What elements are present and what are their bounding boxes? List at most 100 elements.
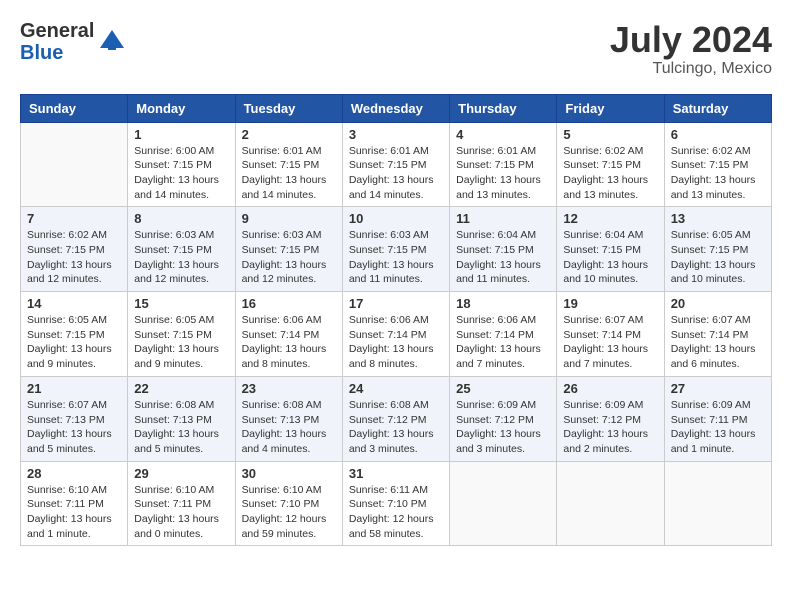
calendar-table: SundayMondayTuesdayWednesdayThursdayFrid… — [20, 94, 772, 547]
calendar-cell: 3Sunrise: 6:01 AMSunset: 7:15 PMDaylight… — [342, 122, 449, 207]
calendar-cell: 20 Sunrise: 6:07 AMSunset: 7:14 PMDayligh… — [664, 292, 771, 377]
day-number: 14 — [27, 296, 121, 311]
calendar-cell: 19 Sunrise: 6:07 AMSunset: 7:14 PMDayligh… — [557, 292, 664, 377]
day-number: 9 — [242, 211, 336, 226]
calendar-cell: 26Sunrise: 6:09 AMSunset: 7:12 PMDayligh… — [557, 376, 664, 461]
day-info: Sunrise: 6:07 AMSunset: 7:14 PMDaylight:… — [671, 313, 765, 372]
day-info: Sunrise: 6:07 AMSunset: 7:14 PMDaylight:… — [563, 313, 657, 372]
day-info: Sunrise: 6:10 AMSunset: 7:11 PMDaylight:… — [134, 483, 228, 542]
calendar-cell: 5 Sunrise: 6:02 AMSunset: 7:15 PMDaylight… — [557, 122, 664, 207]
day-info: Sunrise: 6:09 AMSunset: 7:11 PMDaylight:… — [671, 398, 765, 457]
logo-blue-text: Blue — [20, 42, 94, 64]
day-info: Sunrise: 6:06 AMSunset: 7:14 PMDaylight:… — [242, 313, 336, 372]
calendar-cell: 2 Sunrise: 6:01 AMSunset: 7:15 PMDaylight… — [235, 122, 342, 207]
calendar-cell: 9 Sunrise: 6:03 AMSunset: 7:15 PMDaylight… — [235, 207, 342, 292]
calendar-header-saturday: Saturday — [664, 94, 771, 122]
calendar-week-row: 21Sunrise: 6:07 AMSunset: 7:13 PMDayligh… — [21, 376, 772, 461]
calendar-cell: 17Sunrise: 6:06 AMSunset: 7:14 PMDayligh… — [342, 292, 449, 377]
day-number: 5 — [563, 127, 657, 142]
calendar-cell — [664, 461, 771, 546]
calendar-header-tuesday: Tuesday — [235, 94, 342, 122]
day-info: Sunrise: 6:08 AMSunset: 7:13 PMDaylight:… — [242, 398, 336, 457]
day-number: 21 — [27, 381, 121, 396]
day-info: Sunrise: 6:00 AMSunset: 7:15 PMDaylight:… — [134, 144, 228, 203]
day-number: 13 — [671, 211, 765, 226]
page-header: General Blue July 2024 Tulcingo, Mexico — [20, 20, 772, 78]
calendar-week-row: 14 Sunrise: 6:05 AMSunset: 7:15 PMDayligh… — [21, 292, 772, 377]
calendar-week-row: 1Sunrise: 6:00 AMSunset: 7:15 PMDaylight… — [21, 122, 772, 207]
day-info: Sunrise: 6:01 AMSunset: 7:15 PMDaylight:… — [242, 144, 336, 203]
calendar-week-row: 28 Sunrise: 6:10 AMSunset: 7:11 PMDayligh… — [21, 461, 772, 546]
day-number: 17 — [349, 296, 443, 311]
day-info: Sunrise: 6:02 AMSunset: 7:15 PMDaylight:… — [563, 144, 657, 203]
day-number: 29 — [134, 466, 228, 481]
day-info: Sunrise: 6:06 AMSunset: 7:14 PMDaylight:… — [456, 313, 550, 372]
calendar-cell: 27Sunrise: 6:09 AMSunset: 7:11 PMDayligh… — [664, 376, 771, 461]
day-info: Sunrise: 6:04 AMSunset: 7:15 PMDaylight:… — [456, 228, 550, 287]
calendar-header-wednesday: Wednesday — [342, 94, 449, 122]
day-info: Sunrise: 6:09 AMSunset: 7:12 PMDaylight:… — [563, 398, 657, 457]
calendar-cell: 16 Sunrise: 6:06 AMSunset: 7:14 PMDayligh… — [235, 292, 342, 377]
day-number: 23 — [242, 381, 336, 396]
day-info: Sunrise: 6:03 AMSunset: 7:15 PMDaylight:… — [242, 228, 336, 287]
logo-icon — [98, 28, 126, 56]
calendar-cell: 8 Sunrise: 6:03 AMSunset: 7:15 PMDaylight… — [128, 207, 235, 292]
day-info: Sunrise: 6:10 AMSunset: 7:10 PMDaylight:… — [242, 483, 336, 542]
day-info: Sunrise: 6:01 AMSunset: 7:15 PMDaylight:… — [456, 144, 550, 203]
calendar-cell: 25Sunrise: 6:09 AMSunset: 7:12 PMDayligh… — [450, 376, 557, 461]
logo-general-text: General — [20, 20, 94, 42]
day-number: 11 — [456, 211, 550, 226]
day-number: 10 — [349, 211, 443, 226]
day-info: Sunrise: 6:01 AMSunset: 7:15 PMDaylight:… — [349, 144, 443, 203]
day-number: 2 — [242, 127, 336, 142]
calendar-cell: 4 Sunrise: 6:01 AMSunset: 7:15 PMDaylight… — [450, 122, 557, 207]
calendar-header-monday: Monday — [128, 94, 235, 122]
day-number: 16 — [242, 296, 336, 311]
calendar-header-friday: Friday — [557, 94, 664, 122]
day-info: Sunrise: 6:08 AMSunset: 7:13 PMDaylight:… — [134, 398, 228, 457]
title-block: July 2024 Tulcingo, Mexico — [610, 20, 772, 78]
day-info: Sunrise: 6:03 AMSunset: 7:15 PMDaylight:… — [134, 228, 228, 287]
calendar-header-row: SundayMondayTuesdayWednesdayThursdayFrid… — [21, 94, 772, 122]
calendar-cell — [450, 461, 557, 546]
calendar-cell: 18 Sunrise: 6:06 AMSunset: 7:14 PMDayligh… — [450, 292, 557, 377]
calendar-week-row: 7Sunrise: 6:02 AMSunset: 7:15 PMDaylight… — [21, 207, 772, 292]
calendar-cell: 22Sunrise: 6:08 AMSunset: 7:13 PMDayligh… — [128, 376, 235, 461]
day-number: 4 — [456, 127, 550, 142]
calendar-cell: 31Sunrise: 6:11 AMSunset: 7:10 PMDayligh… — [342, 461, 449, 546]
day-info: Sunrise: 6:05 AMSunset: 7:15 PMDaylight:… — [27, 313, 121, 372]
calendar-cell — [21, 122, 128, 207]
month-title: July 2024 — [610, 20, 772, 60]
calendar-header-thursday: Thursday — [450, 94, 557, 122]
logo: General Blue — [20, 20, 126, 64]
day-number: 8 — [134, 211, 228, 226]
calendar-cell: 11 Sunrise: 6:04 AMSunset: 7:15 PMDayligh… — [450, 207, 557, 292]
calendar-cell: 15 Sunrise: 6:05 AMSunset: 7:15 PMDayligh… — [128, 292, 235, 377]
day-number: 15 — [134, 296, 228, 311]
day-number: 18 — [456, 296, 550, 311]
calendar-cell: 23 Sunrise: 6:08 AMSunset: 7:13 PMDayligh… — [235, 376, 342, 461]
calendar-cell: 14 Sunrise: 6:05 AMSunset: 7:15 PMDayligh… — [21, 292, 128, 377]
day-info: Sunrise: 6:10 AMSunset: 7:11 PMDaylight:… — [27, 483, 121, 542]
day-info: Sunrise: 6:03 AMSunset: 7:15 PMDaylight:… — [349, 228, 443, 287]
calendar-cell: 28 Sunrise: 6:10 AMSunset: 7:11 PMDayligh… — [21, 461, 128, 546]
calendar-cell: 6Sunrise: 6:02 AMSunset: 7:15 PMDaylight… — [664, 122, 771, 207]
calendar-cell: 10 Sunrise: 6:03 AMSunset: 7:15 PMDayligh… — [342, 207, 449, 292]
day-info: Sunrise: 6:02 AMSunset: 7:15 PMDaylight:… — [27, 228, 121, 287]
day-number: 20 — [671, 296, 765, 311]
day-number: 12 — [563, 211, 657, 226]
day-number: 30 — [242, 466, 336, 481]
location: Tulcingo, Mexico — [610, 60, 772, 78]
day-number: 24 — [349, 381, 443, 396]
day-info: Sunrise: 6:02 AMSunset: 7:15 PMDaylight:… — [671, 144, 765, 203]
calendar-cell: 7Sunrise: 6:02 AMSunset: 7:15 PMDaylight… — [21, 207, 128, 292]
day-number: 28 — [27, 466, 121, 481]
calendar-cell: 21Sunrise: 6:07 AMSunset: 7:13 PMDayligh… — [21, 376, 128, 461]
calendar-cell: 30 Sunrise: 6:10 AMSunset: 7:10 PMDayligh… — [235, 461, 342, 546]
calendar-cell: 29 Sunrise: 6:10 AMSunset: 7:11 PMDayligh… — [128, 461, 235, 546]
day-info: Sunrise: 6:05 AMSunset: 7:15 PMDaylight:… — [134, 313, 228, 372]
day-number: 19 — [563, 296, 657, 311]
day-info: Sunrise: 6:04 AMSunset: 7:15 PMDaylight:… — [563, 228, 657, 287]
day-info: Sunrise: 6:08 AMSunset: 7:12 PMDaylight:… — [349, 398, 443, 457]
calendar-header-sunday: Sunday — [21, 94, 128, 122]
